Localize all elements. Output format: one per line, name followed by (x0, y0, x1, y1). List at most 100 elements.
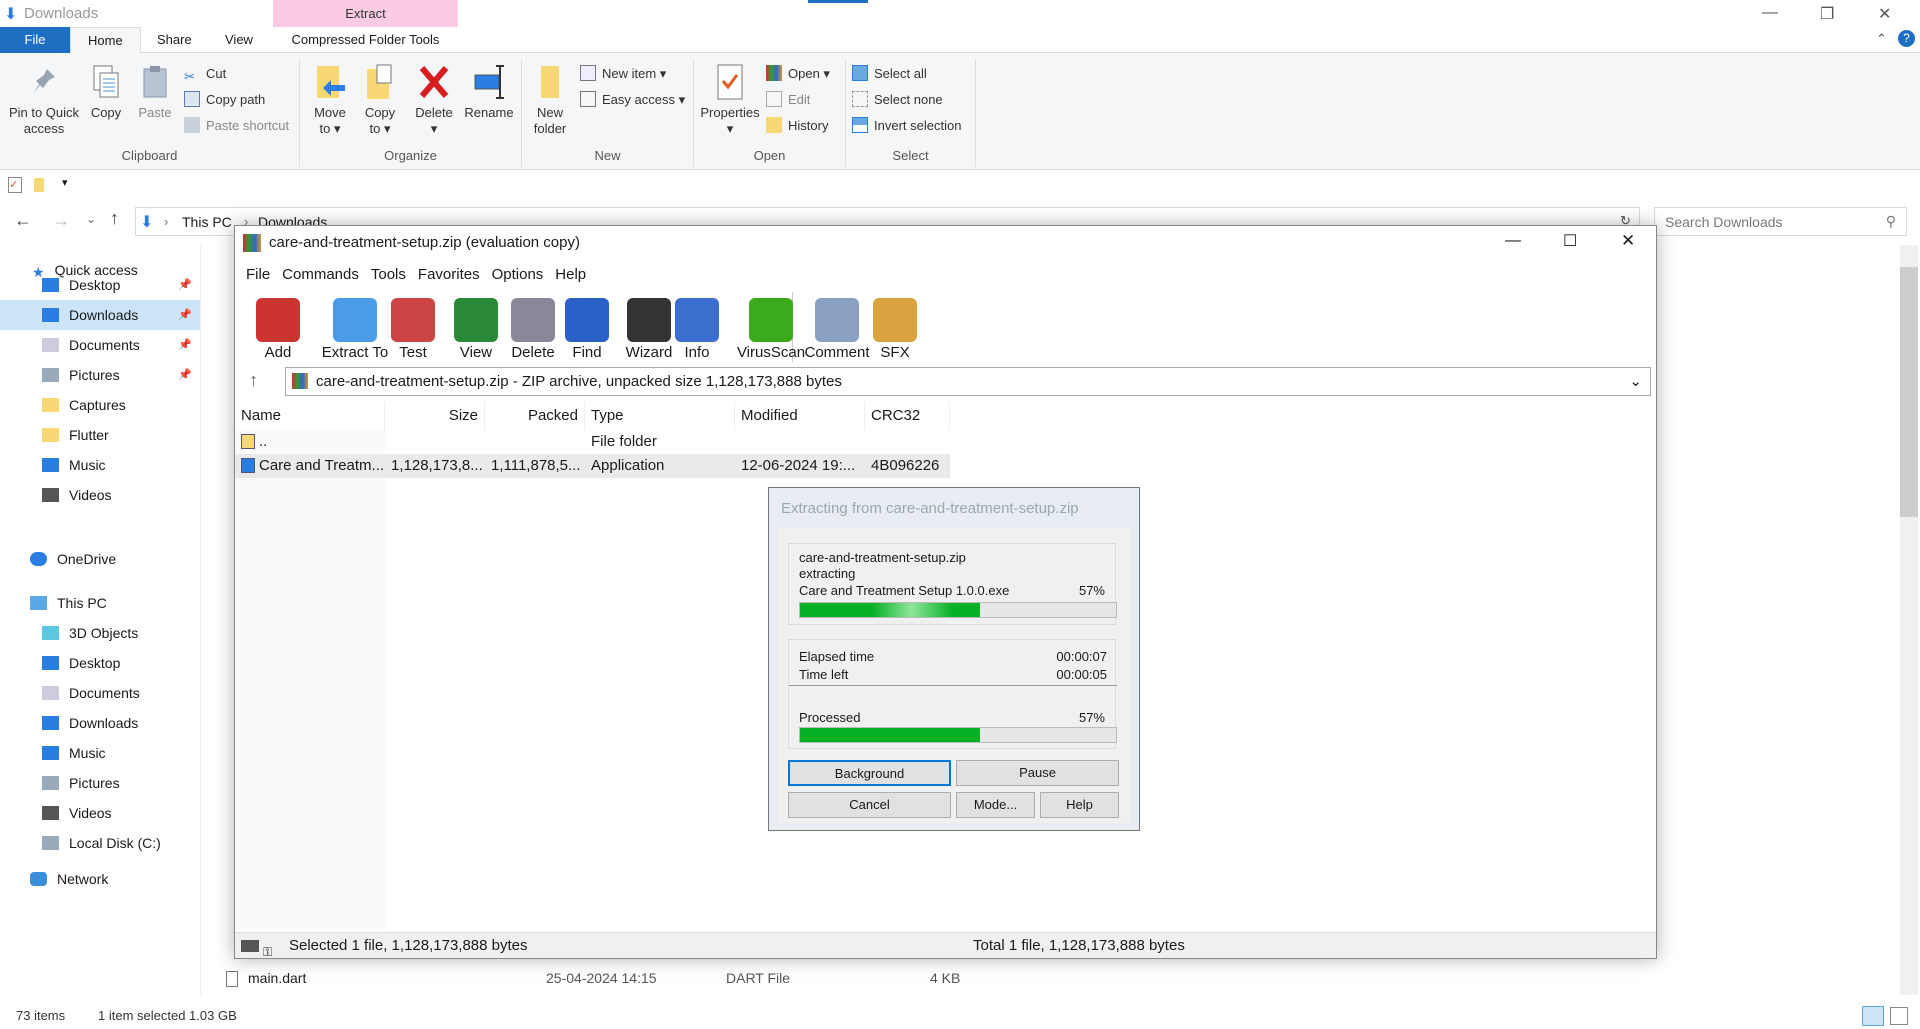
nav-item-3d-objects[interactable]: 3D Objects (0, 618, 200, 648)
new-folder-button[interactable]: New folder (530, 63, 570, 137)
tab-file[interactable]: File (0, 27, 70, 53)
mode-button[interactable]: Mode... (956, 792, 1035, 818)
invert-selection-button[interactable]: Invert selection (852, 115, 961, 137)
up-button[interactable]: ↑ (110, 208, 119, 229)
select-none-button[interactable]: Select none (852, 89, 943, 111)
pin-icon: 📌 (178, 309, 192, 321)
breadcrumb-this-pc[interactable]: This PC (182, 214, 232, 230)
nav-item-local-disk-c[interactable]: Local Disk (C:) (0, 828, 200, 858)
column-header-size[interactable]: Size (385, 402, 485, 430)
toolbar-info-button[interactable]: Info (667, 292, 727, 364)
close-button[interactable]: ✕ (1621, 231, 1635, 251)
paste-button[interactable]: Paste (134, 63, 176, 121)
nav-this-pc[interactable]: This PC (30, 588, 107, 618)
column-header-packed[interactable]: Packed (485, 402, 585, 430)
column-header-modified[interactable]: Modified (735, 402, 865, 430)
nav-item-desktop[interactable]: Desktop 📌 (0, 270, 200, 300)
properties-button[interactable]: Properties ▾ (698, 63, 762, 137)
nav-item-captures[interactable]: Captures (0, 390, 200, 420)
pause-button[interactable]: Pause (956, 760, 1119, 786)
nav-item-videos[interactable]: Videos (0, 798, 200, 828)
nav-item-documents[interactable]: Documents 📌 (0, 330, 200, 360)
maximize-button[interactable]: ☐ (1563, 231, 1577, 251)
customize-dropdown-icon[interactable]: ▾ (62, 176, 68, 189)
tab-share[interactable]: Share (140, 27, 209, 53)
column-header-crc32[interactable]: CRC32 (865, 402, 950, 430)
menu-favorites[interactable]: Favorites (418, 266, 480, 283)
nav-onedrive[interactable]: OneDrive (30, 544, 116, 574)
progress-fill (800, 603, 981, 617)
vertical-scrollbar[interactable] (1900, 245, 1918, 995)
tab-view[interactable]: View (208, 27, 270, 53)
nav-item-music[interactable]: Music (0, 738, 200, 768)
tab-home[interactable]: Home (70, 27, 141, 54)
nav-item-videos[interactable]: Videos (0, 480, 200, 510)
move-to-button[interactable]: Move to ▾ (308, 63, 352, 137)
copy-path-button[interactable]: Copy path (184, 89, 265, 111)
recent-locations-icon[interactable]: ⌄ (86, 212, 96, 226)
file-list-row[interactable]: Care and Treatm... 1,128,173,8... 1,111,87… (235, 454, 950, 478)
nav-item-desktop[interactable]: Desktop (0, 648, 200, 678)
toolbar-delete-button[interactable]: Delete (501, 292, 565, 364)
copy-to-button[interactable]: Copy to ▾ (358, 63, 402, 137)
column-header-type[interactable]: Type (585, 402, 735, 430)
open-button[interactable]: Open ▾ (766, 63, 830, 85)
help-button[interactable]: Help (1040, 792, 1119, 818)
minimize-button[interactable]: — (1762, 4, 1778, 22)
file-list-row[interactable]: .. File folder (235, 430, 950, 454)
drive-icon (241, 940, 259, 952)
search-input[interactable]: Search Downloads ⚲ (1654, 207, 1907, 236)
back-button[interactable]: ← (14, 210, 32, 231)
copy-button[interactable]: Copy (86, 63, 126, 121)
paste-shortcut-button[interactable]: Paste shortcut (184, 115, 289, 137)
menu-tools[interactable]: Tools (371, 266, 406, 283)
delete-button[interactable]: Delete ▾ (414, 63, 454, 137)
pictures-icon (42, 368, 59, 382)
nav-item-documents[interactable]: Documents (0, 678, 200, 708)
nav-item-music[interactable]: Music (0, 450, 200, 480)
new-item-button[interactable]: New item ▾ (580, 63, 666, 85)
cut-button[interactable]: ✂ Cut (184, 63, 226, 85)
help-icon[interactable]: ? (1898, 30, 1915, 47)
edit-button[interactable]: Edit (766, 89, 810, 111)
menu-commands[interactable]: Commands (282, 266, 359, 283)
menu-help[interactable]: Help (555, 266, 586, 283)
up-folder-button[interactable]: ↑ (249, 370, 258, 391)
nav-item-downloads[interactable]: Downloads (0, 708, 200, 738)
pane-divider (200, 245, 201, 995)
toolbar-test-button[interactable]: Test (383, 292, 443, 364)
archive-path-bar[interactable]: care-and-treatment-setup.zip - ZIP archi… (285, 367, 1651, 396)
ribbon-collapse-icon[interactable]: ⌃ (1876, 31, 1887, 47)
select-all-button[interactable]: Select all (852, 63, 927, 85)
minimize-button[interactable]: — (1505, 232, 1521, 250)
easy-access-button[interactable]: Easy access ▾ (580, 89, 685, 111)
large-icons-view-button[interactable] (1890, 1007, 1908, 1025)
elapsed-label: Elapsed time (799, 649, 875, 664)
properties-icon[interactable]: ✓ (8, 177, 22, 193)
forward-button[interactable]: → (52, 210, 70, 231)
tab-compressed-folder-tools[interactable]: Compressed Folder Tools (273, 27, 458, 53)
pin-quick-access-button[interactable]: Pin to Quick access (6, 63, 82, 137)
column-header-name[interactable]: Name (235, 402, 385, 430)
nav-item-label: Music (69, 745, 106, 761)
maximize-button[interactable]: ❐ (1820, 4, 1834, 24)
nav-item-pictures[interactable]: Pictures (0, 768, 200, 798)
toolbar-find-button[interactable]: Find (557, 292, 617, 364)
menu-options[interactable]: Options (492, 266, 544, 283)
nav-network[interactable]: Network (30, 864, 108, 894)
cancel-button[interactable]: Cancel (788, 792, 951, 818)
nav-item-pictures[interactable]: Pictures 📌 (0, 360, 200, 390)
details-view-button[interactable] (1862, 1006, 1884, 1026)
folder-icon[interactable] (34, 178, 44, 192)
chevron-down-icon[interactable]: ⌄ (1629, 372, 1642, 390)
nav-item-downloads[interactable]: Downloads 📌 (0, 300, 200, 330)
nav-item-flutter[interactable]: Flutter (0, 420, 200, 450)
file-row[interactable]: main.dart 25-04-2024 14:15 DART File 4 K… (224, 970, 1024, 992)
history-button[interactable]: History (766, 115, 828, 137)
toolbar-add-button[interactable]: Add (243, 292, 313, 364)
close-button[interactable]: ✕ (1878, 4, 1891, 24)
background-button[interactable]: Background (788, 760, 951, 786)
rename-button[interactable]: Rename (462, 63, 516, 121)
toolbar-sfx-button[interactable]: SFX (865, 292, 925, 364)
menu-file[interactable]: File (246, 266, 270, 283)
